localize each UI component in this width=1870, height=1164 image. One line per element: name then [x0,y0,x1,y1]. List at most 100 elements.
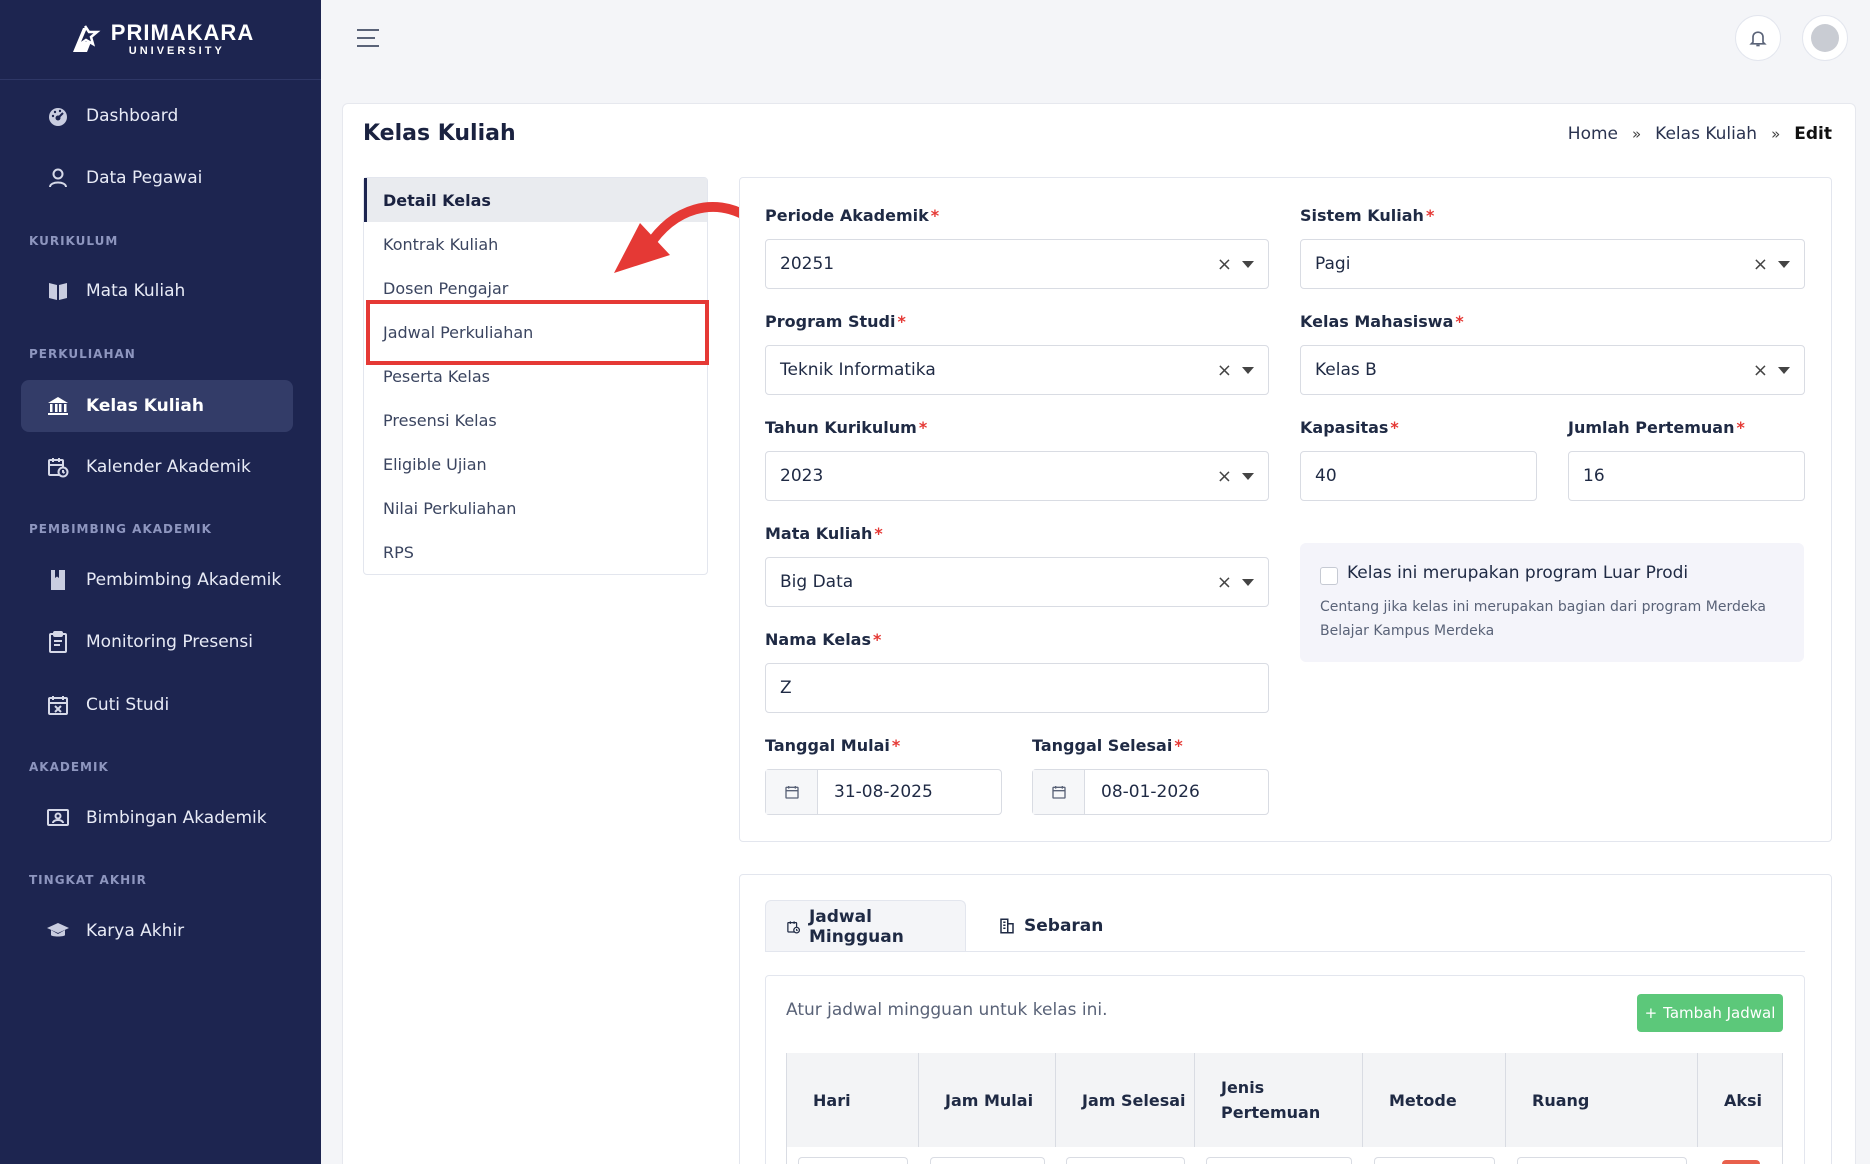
sistem-kuliah-select[interactable]: Pagi × [1300,239,1805,289]
sidebar-item-dashboard[interactable]: Dashboard [21,90,293,142]
section-jadwal-perkuliahan[interactable]: Jadwal Perkuliahan [364,310,707,354]
sidebar-item-label: Kalender Akademik [86,457,251,477]
ruang-select[interactable] [1517,1157,1687,1164]
periode-akademik-select[interactable]: 20251 × [765,239,1269,289]
sidebar-item-cuti-studi[interactable]: Cuti Studi [21,679,293,731]
kapasitas-label: Kapasitas * [1300,418,1399,437]
section-menu: Detail Kelas Kontrak Kuliah Dosen Pengaj… [363,177,708,575]
dashboard-icon [49,108,67,126]
hari-select[interactable] [798,1157,908,1164]
add-schedule-button[interactable]: + Tambah Jadwal [1637,994,1783,1032]
clear-icon[interactable]: × [1217,466,1232,487]
clear-icon[interactable]: × [1753,360,1768,381]
jam-mulai-input[interactable] [930,1157,1045,1164]
sidebar-item-label: Kelas Kuliah [86,396,204,416]
section-dosen-pengajar[interactable]: Dosen Pengajar [364,266,707,310]
user-icon [49,168,67,188]
select-controls: × [1753,346,1790,394]
breadcrumb-kelas-kuliah[interactable]: Kelas Kuliah [1655,124,1757,144]
label-text: Program Studi [765,312,896,331]
column-header-jam-mulai: Jam Mulai [919,1053,1056,1147]
chevron-down-icon[interactable] [1778,366,1790,374]
clipboard-icon [49,631,67,653]
hamburger-menu-icon[interactable] [355,26,381,50]
label-text: Kelas Mahasiswa [1300,312,1454,331]
label-text: Mata Kuliah [765,524,873,543]
notification-button[interactable] [1735,15,1781,61]
luar-prodi-box: Kelas ini merupakan program Luar Prodi C… [1300,543,1804,662]
luar-prodi-description: Centang jika kelas ini merupakan bagian … [1320,599,1766,639]
chevron-down-icon[interactable] [1242,578,1254,586]
clear-icon[interactable]: × [1217,254,1232,275]
nama-kelas-input[interactable]: Z [765,663,1269,713]
mata-kuliah-select[interactable]: Big Data × [765,557,1269,607]
jumlah-pertemuan-label: Jumlah Pertemuan * [1568,418,1745,437]
required-mark: * [873,630,882,649]
tab-jadwal-mingguan[interactable]: Jadwal Mingguan [765,900,966,952]
sidebar-item-karya-akhir[interactable]: Karya Akhir [21,905,293,957]
jam-selesai-input[interactable] [1066,1157,1185,1164]
chevron-down-icon[interactable] [1242,260,1254,268]
page-title: Kelas Kuliah [363,121,516,146]
sidebar-item-pembimbing-akademik[interactable]: Pembimbing Akademik [21,554,293,606]
presentation-icon [47,809,69,826]
sidebar-item-bimbingan-akademik[interactable]: Bimbingan Akademik [21,792,293,844]
date-addon [766,770,818,814]
chevron-down-icon[interactable] [1778,260,1790,268]
jumlah-pertemuan-input[interactable]: 16 [1568,451,1805,501]
brand-name: PRIMAKARA [110,20,255,45]
breadcrumb-home[interactable]: Home [1568,124,1618,144]
sidebar-item-mata-kuliah[interactable]: Mata Kuliah [21,265,293,317]
jenis-pertemuan-select[interactable] [1206,1157,1352,1164]
kapasitas-input[interactable]: 40 [1300,451,1537,501]
schedule-description: Atur jadwal mingguan untuk kelas ini. [786,1000,1108,1020]
sidebar-item-monitoring-presensi[interactable]: Monitoring Presensi [21,616,293,668]
sidebar-item-label: Karya Akhir [86,921,185,941]
metode-select[interactable] [1374,1157,1495,1164]
tab-label: Jadwal Mingguan [808,906,904,947]
tab-sebaran[interactable]: Sebaran [978,900,1123,952]
calendar-icon [1051,786,1066,799]
sidebar-item-label: Data Pegawai [86,168,203,188]
user-avatar-button[interactable] [1802,15,1848,61]
label-text: Jumlah Pertemuan [1568,418,1735,437]
required-mark: * [930,206,940,225]
label-text: Sistem Kuliah [1300,206,1424,225]
sidebar-item-kelas-kuliah[interactable]: Kelas Kuliah [21,380,293,432]
required-mark: * [1425,206,1435,225]
brand-logo[interactable]: PRIMAKARA UNIVERSITY [0,0,321,80]
building-icon [1000,918,1014,934]
tanggal-selesai-input[interactable]: 08-01-2026 [1032,769,1269,815]
tanggal-selesai-label: Tanggal Selesai * [1032,736,1183,755]
tanggal-mulai-label: Tanggal Mulai * [765,736,900,755]
program-studi-select[interactable]: Teknik Informatika × [765,345,1269,395]
section-detail-kelas[interactable]: Detail Kelas [364,178,707,222]
clear-icon[interactable]: × [1753,254,1768,275]
select-value: Teknik Informatika [780,360,936,380]
section-presensi-kelas[interactable]: Presensi Kelas [364,398,707,442]
tanggal-mulai-input[interactable]: 31-08-2025 [765,769,1002,815]
required-mark: * [1736,418,1745,437]
column-header-ruang: Ruang [1506,1053,1698,1147]
section-rps[interactable]: RPS [364,530,707,574]
sidebar-item-kalender-akademik[interactable]: Kalender Akademik [21,441,293,493]
calendar-clock-icon [48,458,69,478]
chevron-down-icon[interactable] [1242,366,1254,374]
delete-row-button[interactable] [1722,1160,1760,1164]
section-eligible-ujian[interactable]: Eligible Ujian [364,442,707,486]
clear-icon[interactable]: × [1217,360,1232,381]
nav-section-kurikulum: KURIKULUM [29,234,119,248]
clear-icon[interactable]: × [1217,572,1232,593]
kelas-mahasiswa-select[interactable]: Kelas B × [1300,345,1805,395]
chevron-down-icon[interactable] [1242,472,1254,480]
select-value: Big Data [780,572,854,592]
sidebar-item-data-pegawai[interactable]: Data Pegawai [21,152,293,204]
section-nilai-perkuliahan[interactable]: Nilai Perkuliahan [364,486,707,530]
luar-prodi-checkbox[interactable] [1320,567,1338,585]
tahun-kurikulum-select[interactable]: 2023 × [765,451,1269,501]
calendar-icon [784,786,799,799]
nama-kelas-label: Nama Kelas * [765,630,881,649]
section-kontrak-kuliah[interactable]: Kontrak Kuliah [364,222,707,266]
section-peserta-kelas[interactable]: Peserta Kelas [364,354,707,398]
column-header-aksi: Aksi [1698,1053,1782,1147]
